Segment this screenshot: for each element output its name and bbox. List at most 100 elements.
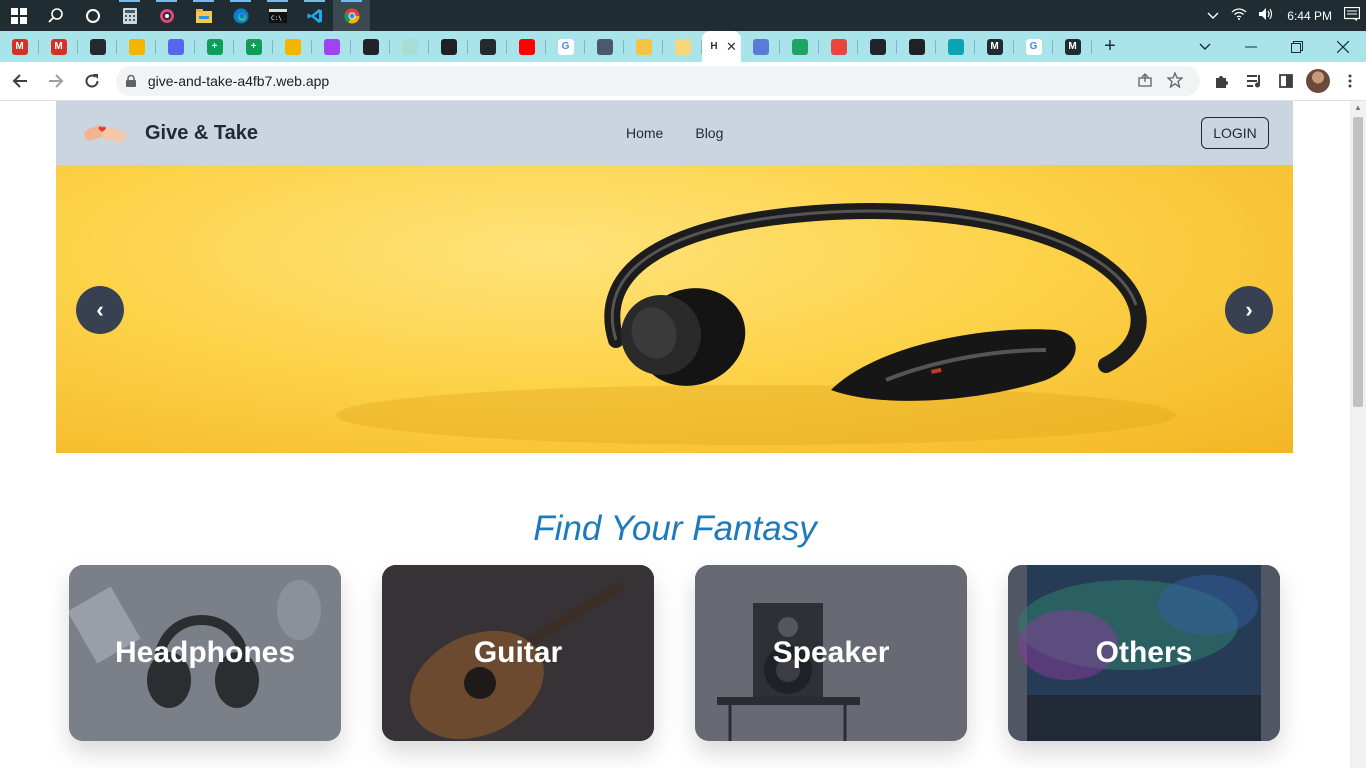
search-icon[interactable]: [37, 0, 74, 31]
system-tray: 6:44 PM: [1201, 0, 1366, 31]
notifications-icon[interactable]: [1338, 6, 1366, 24]
windows-taskbar: C:\ 6:44 PM: [0, 0, 1366, 31]
category-card-others[interactable]: Others: [1008, 565, 1280, 741]
calculator-icon[interactable]: [111, 0, 148, 31]
sheets-icon: +: [206, 38, 223, 55]
reload-button[interactable]: [76, 65, 108, 97]
file-explorer-icon[interactable]: [185, 0, 222, 31]
browser-tab[interactable]: [819, 31, 858, 62]
browser-tab[interactable]: [429, 31, 468, 62]
browser-tab[interactable]: [468, 31, 507, 62]
nav-home-link[interactable]: Home: [626, 125, 663, 141]
browser-tab[interactable]: M: [975, 31, 1014, 62]
browser-tab[interactable]: [585, 31, 624, 62]
start-icon[interactable]: [0, 0, 37, 31]
browser-tab[interactable]: [117, 31, 156, 62]
m-icon: M: [1064, 38, 1081, 55]
nav-blog-link[interactable]: Blog: [695, 125, 723, 141]
window-controls: [1182, 31, 1366, 62]
browser-tab[interactable]: M: [0, 31, 39, 62]
back-button[interactable]: [4, 65, 36, 97]
lock-icon[interactable]: [125, 74, 138, 87]
tab-strip: M M + + G H ✕ M G M +: [0, 31, 1366, 62]
category-card-speaker[interactable]: Speaker: [695, 565, 967, 741]
gmail-icon: M: [50, 38, 67, 55]
wifi-icon[interactable]: [1225, 8, 1253, 23]
scroll-up-icon[interactable]: ▲: [1354, 103, 1362, 112]
react-icon: [362, 38, 379, 55]
browser-tab[interactable]: M: [39, 31, 78, 62]
browser-tab[interactable]: [663, 31, 702, 62]
arrow-icon: [830, 38, 847, 55]
browser-tab[interactable]: [78, 31, 117, 62]
browser-tab[interactable]: [897, 31, 936, 62]
extensions-icon[interactable]: [1206, 65, 1238, 97]
browser-tab[interactable]: G: [1014, 31, 1053, 62]
browser-tab[interactable]: [312, 31, 351, 62]
headphones-image: [336, 203, 1176, 445]
google-icon: G: [557, 38, 574, 55]
browser-tab[interactable]: [936, 31, 975, 62]
section-heading: Find Your Fantasy: [533, 509, 817, 548]
tab-search-icon[interactable]: [1182, 31, 1228, 62]
profile-avatar[interactable]: [1302, 65, 1334, 97]
page-icon: H: [710, 41, 718, 52]
clock[interactable]: 6:44 PM: [1281, 9, 1338, 23]
lvl-icon: [752, 38, 769, 55]
browser-tab[interactable]: [156, 31, 195, 62]
brand-logo[interactable]: ❤: [80, 119, 130, 147]
media-controls-icon[interactable]: [1238, 65, 1270, 97]
minimize-icon[interactable]: [1228, 31, 1274, 62]
vscode-icon[interactable]: [296, 0, 333, 31]
tab-active[interactable]: H ✕: [702, 31, 741, 62]
close-window-icon[interactable]: [1320, 31, 1366, 62]
chevron-up-icon[interactable]: [1201, 9, 1225, 23]
graduation-icon: [596, 38, 613, 55]
browser-tab[interactable]: [507, 31, 546, 62]
globe-icon: [908, 38, 925, 55]
forward-button[interactable]: [40, 65, 72, 97]
category-label: Speaker: [772, 636, 890, 669]
browser-tab[interactable]: M: [1053, 31, 1092, 62]
login-button[interactable]: LOGIN: [1201, 117, 1269, 149]
page-scrollbar[interactable]: ▲: [1350, 101, 1366, 768]
carousel-next-button[interactable]: ›: [1225, 286, 1273, 334]
slides-icon: [128, 38, 145, 55]
brand-name[interactable]: Give & Take: [145, 122, 258, 145]
volume-icon[interactable]: [1253, 8, 1281, 23]
chrome-icon[interactable]: [333, 0, 370, 31]
category-card-headphones[interactable]: Headphones: [69, 565, 341, 741]
category-card-guitar[interactable]: Guitar: [382, 565, 654, 741]
browser-tab[interactable]: [741, 31, 780, 62]
github-icon: [89, 38, 106, 55]
side-panel-icon[interactable]: [1270, 65, 1302, 97]
react-icon: [869, 38, 886, 55]
bookmark-star-icon[interactable]: [1160, 70, 1190, 91]
browser-tab[interactable]: [858, 31, 897, 62]
browser-tab[interactable]: +: [234, 31, 273, 62]
browser-tab[interactable]: [273, 31, 312, 62]
url-text[interactable]: give-and-take-a4fb7.web.app: [148, 73, 1130, 89]
restore-icon[interactable]: [1274, 31, 1320, 62]
bulb-icon: [674, 38, 691, 55]
close-tab-icon[interactable]: ✕: [726, 39, 737, 55]
edge-icon[interactable]: [222, 0, 259, 31]
cortana-icon[interactable]: [74, 0, 111, 31]
scroll-thumb[interactable]: [1353, 117, 1363, 407]
svg-text:C:\: C:\: [271, 15, 282, 22]
address-bar[interactable]: give-and-take-a4fb7.web.app: [115, 66, 1201, 96]
browser-tab[interactable]: [390, 31, 429, 62]
browser-tab[interactable]: G: [546, 31, 585, 62]
diamond-icon: [947, 38, 964, 55]
media-icon[interactable]: [148, 0, 185, 31]
browser-tab[interactable]: [624, 31, 663, 62]
share-icon[interactable]: [1130, 72, 1160, 90]
terminal-icon[interactable]: C:\: [259, 0, 296, 31]
menu-kebab-icon[interactable]: [1334, 65, 1366, 97]
browser-tab[interactable]: [351, 31, 390, 62]
new-tab-button[interactable]: +: [1092, 31, 1128, 62]
browser-tab[interactable]: +: [195, 31, 234, 62]
browser-toolbar: give-and-take-a4fb7.web.app: [0, 62, 1366, 101]
browser-tab[interactable]: [780, 31, 819, 62]
carousel-prev-button[interactable]: ‹: [76, 286, 124, 334]
